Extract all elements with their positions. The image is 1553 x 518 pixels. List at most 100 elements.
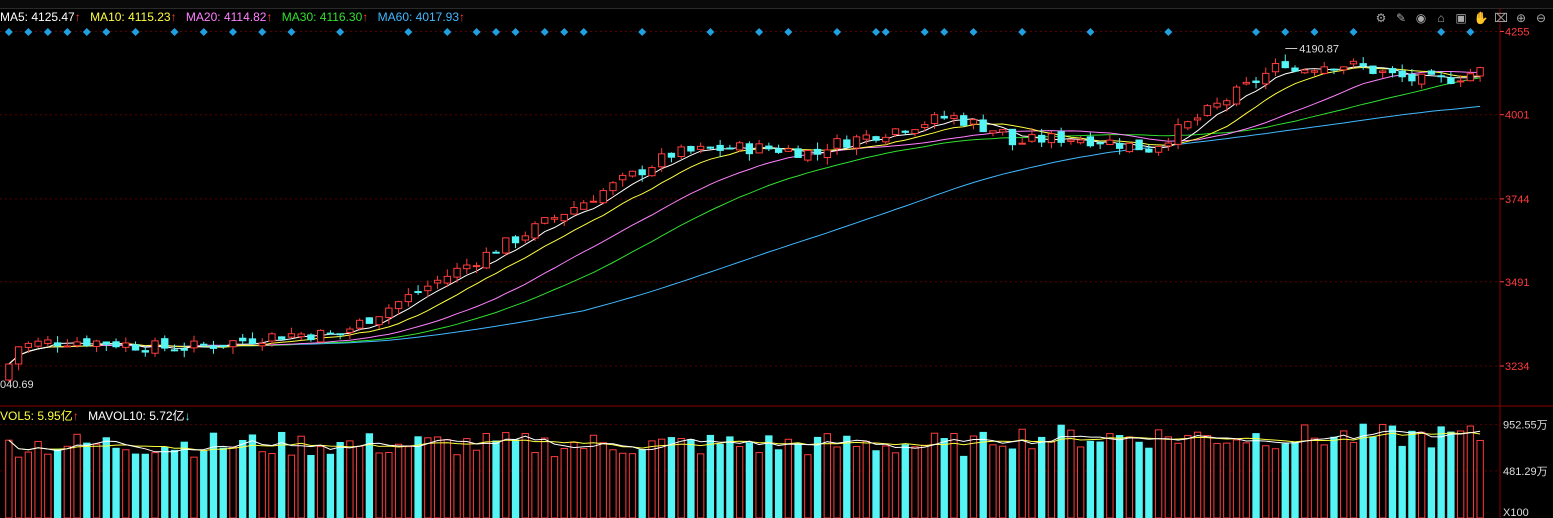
candle[interactable] bbox=[1076, 139, 1085, 144]
candle[interactable] bbox=[628, 170, 637, 177]
candle[interactable] bbox=[102, 341, 110, 345]
candle[interactable] bbox=[131, 344, 140, 351]
candle[interactable] bbox=[521, 235, 529, 241]
candle[interactable] bbox=[14, 346, 23, 365]
candle[interactable] bbox=[239, 337, 247, 342]
candle[interactable] bbox=[492, 251, 500, 254]
candle[interactable] bbox=[1038, 134, 1046, 143]
lock-icon[interactable]: ⌂ bbox=[1433, 10, 1449, 26]
candle[interactable] bbox=[424, 285, 432, 292]
candle[interactable] bbox=[1466, 73, 1475, 82]
candle[interactable] bbox=[1047, 133, 1056, 144]
candle[interactable] bbox=[969, 119, 978, 125]
candle[interactable] bbox=[696, 145, 705, 150]
event-marker[interactable] bbox=[404, 28, 413, 36]
lock2-icon[interactable]: ▣ bbox=[1453, 10, 1469, 26]
candle[interactable] bbox=[248, 338, 257, 345]
event-marker[interactable] bbox=[1349, 28, 1358, 36]
event-marker[interactable] bbox=[1281, 28, 1290, 36]
candle[interactable] bbox=[1145, 148, 1153, 153]
candle[interactable] bbox=[1193, 117, 1202, 121]
candle[interactable] bbox=[1028, 134, 1036, 142]
candle[interactable] bbox=[278, 336, 286, 340]
event-marker[interactable] bbox=[1466, 28, 1475, 36]
event-marker[interactable] bbox=[511, 28, 520, 36]
candle[interactable] bbox=[735, 142, 744, 151]
event-marker[interactable] bbox=[1437, 28, 1446, 36]
candle[interactable] bbox=[813, 148, 822, 155]
candle[interactable] bbox=[1340, 66, 1348, 71]
candle[interactable] bbox=[1447, 77, 1455, 84]
candle[interactable] bbox=[950, 115, 958, 119]
candle[interactable] bbox=[1320, 66, 1328, 74]
event-marker[interactable] bbox=[63, 28, 72, 36]
candle[interactable] bbox=[1096, 142, 1104, 145]
lock3-icon[interactable]: ⌧ bbox=[1493, 10, 1509, 26]
candle[interactable] bbox=[365, 317, 374, 324]
event-marker[interactable] bbox=[706, 28, 715, 36]
candle[interactable] bbox=[580, 202, 588, 210]
event-marker[interactable] bbox=[833, 28, 842, 36]
event-marker[interactable] bbox=[638, 28, 647, 36]
candle[interactable] bbox=[1164, 142, 1173, 147]
candle[interactable] bbox=[1369, 65, 1377, 74]
event-marker[interactable] bbox=[258, 28, 267, 36]
candle[interactable] bbox=[804, 150, 812, 161]
candle[interactable] bbox=[677, 146, 685, 157]
candle[interactable] bbox=[745, 143, 754, 155]
candle[interactable] bbox=[1330, 68, 1338, 71]
candle[interactable] bbox=[34, 340, 42, 347]
candle[interactable] bbox=[1476, 67, 1484, 77]
candle[interactable] bbox=[1310, 70, 1319, 73]
candle[interactable] bbox=[609, 182, 617, 192]
candle[interactable] bbox=[1232, 86, 1241, 105]
candle[interactable] bbox=[1223, 100, 1231, 106]
candle[interactable] bbox=[268, 333, 276, 342]
candle[interactable] bbox=[1418, 73, 1426, 85]
candle[interactable] bbox=[161, 338, 169, 349]
candle[interactable] bbox=[1301, 69, 1309, 74]
candle[interactable] bbox=[833, 138, 841, 149]
candle[interactable] bbox=[667, 152, 676, 158]
candle[interactable] bbox=[1456, 80, 1465, 83]
candle[interactable] bbox=[755, 143, 763, 154]
candle[interactable] bbox=[765, 145, 773, 150]
candle[interactable] bbox=[287, 333, 296, 338]
candle[interactable] bbox=[258, 342, 266, 347]
candle[interactable] bbox=[1252, 80, 1260, 83]
eye-icon[interactable]: ◉ bbox=[1413, 10, 1429, 26]
candle[interactable] bbox=[999, 129, 1007, 133]
candle[interactable] bbox=[219, 344, 227, 347]
event-marker[interactable] bbox=[287, 28, 296, 36]
event-marker[interactable] bbox=[102, 28, 111, 36]
event-marker[interactable] bbox=[872, 28, 881, 36]
candle[interactable] bbox=[1291, 67, 1299, 72]
candle[interactable] bbox=[433, 279, 442, 284]
candle[interactable] bbox=[531, 223, 539, 239]
candle[interactable] bbox=[307, 334, 315, 341]
event-marker[interactable] bbox=[579, 28, 588, 36]
event-marker[interactable] bbox=[199, 28, 208, 36]
candle[interactable] bbox=[901, 130, 909, 133]
candle[interactable] bbox=[823, 149, 831, 158]
candle[interactable] bbox=[346, 328, 354, 333]
candle[interactable] bbox=[989, 130, 997, 134]
kline-chart[interactable]: 4255 4001 3744 3491 3234 952.55万 481.29万 X100 41… bbox=[0, 0, 1553, 518]
event-marker[interactable] bbox=[920, 28, 929, 36]
candle[interactable] bbox=[1174, 124, 1182, 145]
candle[interactable] bbox=[882, 136, 890, 143]
candle[interactable] bbox=[5, 363, 13, 381]
zoom-out-icon[interactable]: ⊖ bbox=[1533, 10, 1549, 26]
candle[interactable] bbox=[1057, 131, 1065, 143]
candle[interactable] bbox=[1106, 139, 1114, 146]
candle[interactable] bbox=[44, 339, 52, 344]
candle[interactable] bbox=[63, 345, 71, 348]
event-marker[interactable] bbox=[881, 28, 890, 36]
candle[interactable] bbox=[24, 342, 33, 348]
event-marker[interactable] bbox=[170, 28, 179, 36]
zoom-in-icon[interactable]: ⊕ bbox=[1513, 10, 1529, 26]
event-marker[interactable] bbox=[1018, 28, 1027, 36]
candle[interactable] bbox=[414, 291, 422, 294]
candle[interactable] bbox=[648, 167, 656, 177]
candle[interactable] bbox=[1398, 70, 1406, 78]
